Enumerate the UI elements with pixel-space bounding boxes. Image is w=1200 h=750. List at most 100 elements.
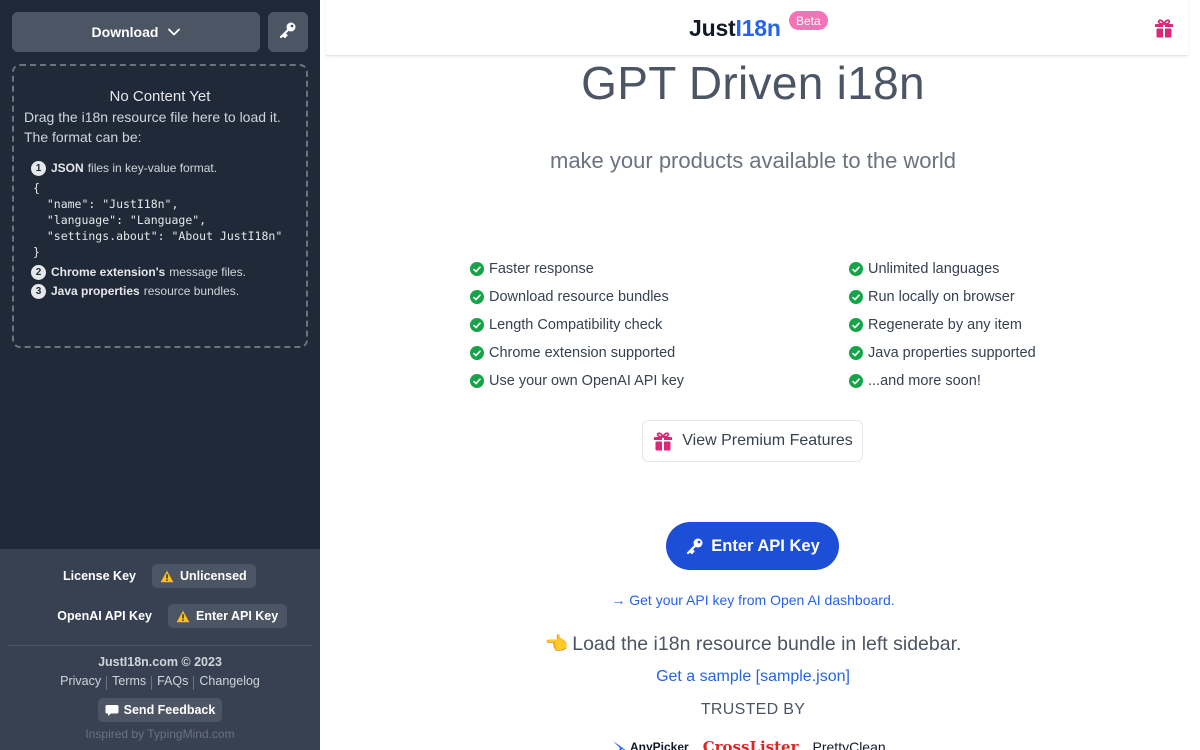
gift-icon [652,430,674,452]
trusted-brands: AnyPicker CrossLister PrettyClean [610,737,886,750]
format-item-java: 3 Java properties resource bundles. [31,282,296,300]
sidebar-toolbar: Download [12,12,308,52]
warning-icon [160,570,174,583]
brand-anypicker-label: AnyPicker [630,740,689,750]
anypicker-logo-icon [613,741,626,750]
top-header: JustI18n Beta [326,0,1188,56]
openai-key-label: OpenAI API Key [57,609,152,623]
feature-item: Unlimited languages [849,255,1036,283]
download-label: Download [91,24,159,40]
format-desc: files in key-value format. [87,161,218,175]
feature-item: ...and more soon! [849,367,1036,395]
sample-json-link[interactable]: Get a sample [sample.json] [320,668,1186,686]
feature-item: Run locally on browser [849,283,1036,311]
json-sample-code: { "name": "JustI18n", "language": "Langu… [33,181,283,259]
page-subtitle: make your products available to the worl… [550,148,956,173]
feature-label: Unlimited languages [868,261,1000,277]
license-status-button[interactable]: Unlicensed [152,564,256,588]
feature-column-left: Faster response Download resource bundle… [470,255,684,395]
format-item-json: 1 JSON files in key-value format. [31,159,296,177]
key-icon [278,20,298,45]
feature-label: Use your own OpenAI API key [489,373,685,389]
gift-icon[interactable] [1153,17,1175,44]
number-badge: 2 [31,264,46,280]
openai-key-row: OpenAI API Key Enter API Key [0,603,320,629]
feature-label: Chrome extension supported [489,345,676,361]
send-feedback-button[interactable]: Send Feedback [98,698,222,722]
file-dropzone[interactable]: No Content Yet Drag the i18n resource fi… [12,64,308,348]
brand-prettyclean[interactable]: PrettyClean [813,739,886,750]
check-icon [470,290,484,304]
sidebar-footer: License Key Unlicensed OpenAI API Key En… [0,549,320,750]
load-instruction-text: Load the i18n resource bundle in left si… [572,633,962,655]
footer-links: Privacy Terms FAQs Changelog [0,674,320,690]
key-icon [685,536,705,556]
warning-icon [176,610,190,623]
check-icon [849,318,863,332]
feature-label: Regenerate by any item [868,317,1022,333]
feature-label: Download resource bundles [489,289,669,305]
premium-label: View Premium Features [682,432,853,449]
format-desc: resource bundles. [143,284,240,298]
feature-label: ...and more soon! [868,373,981,389]
enter-api-key-pill-label: Enter API Key [196,609,279,623]
number-badge: 1 [31,160,46,176]
changelog-link[interactable]: Changelog [194,674,264,690]
feature-column-right: Unlimited languages Run locally on brows… [849,255,1036,395]
faqs-link[interactable]: FAQs [152,674,193,690]
feature-item: Chrome extension supported [470,339,684,367]
check-icon [470,318,484,332]
format-name: JSON [51,161,84,175]
check-icon [849,346,863,360]
enter-api-key-pill[interactable]: Enter API Key [168,604,288,628]
app-logo[interactable]: JustI18n [689,15,781,42]
brand-anypicker[interactable]: AnyPicker [610,739,689,750]
logo-just: Just [689,15,736,41]
format-name: Java properties [51,284,140,298]
feature-label: Run locally on browser [868,289,1015,305]
download-button[interactable]: Download [12,12,260,52]
openai-dashboard-link[interactable]: → Get your API key from Open AI dashboar… [320,592,1186,608]
feature-item: Regenerate by any item [849,311,1036,339]
view-premium-features-button[interactable]: View Premium Features [642,420,863,462]
feature-label: Length Compatibility check [489,317,663,333]
format-list: 1 JSON files in key-value format. { "nam… [24,159,296,300]
chat-icon [105,704,119,717]
check-icon [470,374,484,388]
main-content: JustI18n Beta GPT Driven i18n make your … [320,0,1200,750]
pointing-hand-icon: 👈 [544,634,569,655]
divider [8,645,312,646]
format-desc: message files. [169,265,246,279]
send-feedback-label: Send Feedback [123,703,216,717]
copyright: JustI18n.com © 2023 [98,655,222,669]
license-status-label: Unlicensed [180,569,247,583]
feature-item: Use your own OpenAI API key [470,367,684,395]
feature-item: Faster response [470,255,684,283]
check-icon [849,262,863,276]
chevron-down-icon [168,28,181,36]
feature-label: Faster response [489,261,594,277]
license-key-label: License Key [63,569,136,583]
logo-i18n: I18n [735,15,781,41]
check-icon [470,262,484,276]
privacy-link[interactable]: Privacy [55,674,106,690]
format-name: Chrome extension's [51,265,166,279]
license-key-row: License Key Unlicensed [0,563,320,589]
feature-label: Java properties supported [868,345,1036,361]
enter-api-key-button[interactable]: Enter API Key [666,522,839,570]
load-instruction: 👈 Load the i18n resource bundle in left s… [320,632,1186,656]
number-badge: 3 [31,283,46,299]
check-icon [849,374,863,388]
page-title: GPT Driven i18n [581,57,925,109]
sidebar: Download No Content Yet Drag the i18n re… [0,0,320,750]
beta-badge: Beta [789,11,828,30]
feature-item: Length Compatibility check [470,311,684,339]
brand-crosslister[interactable]: CrossLister [703,738,799,750]
enter-api-key-label: Enter API Key [711,536,820,555]
feature-item: Java properties supported [849,339,1036,367]
feature-item: Download resource bundles [470,283,684,311]
check-icon [849,290,863,304]
api-key-button[interactable] [268,12,308,52]
inspired-by: Inspired by TypingMind.com [85,727,235,741]
terms-link[interactable]: Terms [107,674,151,690]
